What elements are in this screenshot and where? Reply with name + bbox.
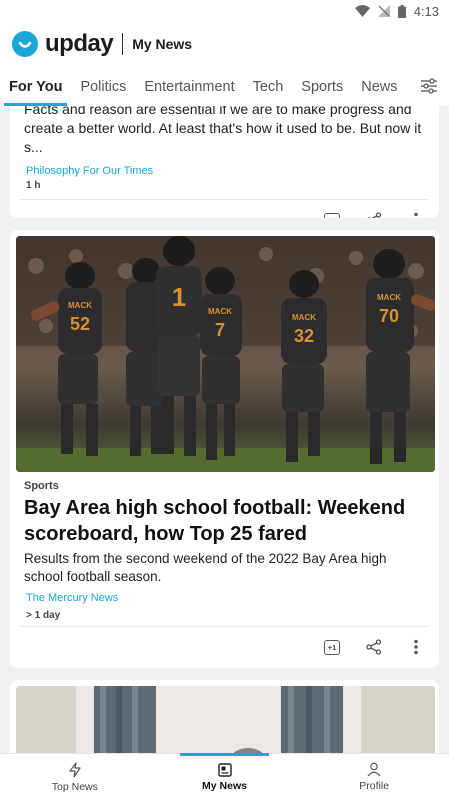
plus-one-button[interactable]: +1 [323,638,341,656]
share-icon [367,212,382,218]
article-headline[interactable]: Bay Area high school football: Weekend s… [24,495,424,547]
article-image[interactable] [16,686,435,753]
battery-icon [397,4,406,18]
tab-tech[interactable]: Tech [244,66,293,106]
news-card[interactable]: Facts and reason are essential if we are… [10,106,439,218]
card-source[interactable]: The Mercury News [10,592,134,604]
nav-label: My News [202,779,247,792]
news-card[interactable] [10,680,439,753]
upday-logo-icon[interactable] [12,31,38,57]
card-time: 1 h [26,180,41,191]
tab-news[interactable]: News [352,66,406,106]
nav-my-news[interactable]: My News [150,753,300,800]
article-image[interactable]: MACK 52 1 MACK 7 MACK 32 MACK 70 [16,236,435,472]
news-card[interactable]: MACK 52 1 MACK 7 MACK 32 MACK 70 Sports … [10,230,439,668]
more-vertical-icon [414,639,418,655]
share-icon [366,639,382,655]
jersey-number: 70 [379,306,399,326]
plus-one-icon: +1 [324,639,340,655]
signal-icon [377,5,390,17]
share-button[interactable] [365,211,383,218]
category-tabs: For You Politics Entertainment Tech Spor… [0,66,449,106]
article-category: Sports [24,480,59,492]
more-options-button[interactable] [407,211,425,218]
sliders-icon [421,78,437,94]
nav-top-news[interactable]: Top News [0,754,150,800]
news-feed[interactable]: Facts and reason are essential if we are… [0,106,449,753]
jersey-text: MACK [377,293,401,302]
header-divider [122,33,124,55]
card-source[interactable]: Philosophy For Our Times [10,165,439,177]
page-title: My News [132,36,193,52]
status-time: 4:13 [413,3,439,19]
more-vertical-icon [414,212,418,217]
share-button[interactable] [365,638,383,656]
tab-entertainment[interactable]: Entertainment [135,66,243,106]
jersey-number: 1 [172,282,186,312]
jersey-number: 32 [294,326,314,346]
jersey-text: MACK [208,307,232,316]
bottom-navigation: Top News My News Profile [0,753,449,800]
nav-label: Profile [359,780,390,792]
more-options-button[interactable] [407,638,425,656]
card-snippet: Facts and reason are essential if we are… [24,106,422,155]
plus-one-button[interactable]: +1 [323,211,341,218]
jersey-text: MACK [292,313,316,322]
curtain-room-photo [16,686,435,753]
card-actions: +1 [10,200,439,218]
news-icon [217,762,232,777]
filter-settings-button[interactable] [409,66,449,106]
lightning-icon [69,761,81,778]
jersey-text: MACK [68,301,92,310]
tab-politics[interactable]: Politics [71,66,135,106]
logo-text: upday [45,30,114,57]
tab-for-you[interactable]: For You [0,66,71,106]
jersey-number: 7 [215,320,225,340]
app-header: upday My News [0,22,449,66]
wifi-icon [354,5,370,17]
card-actions: +1 [10,627,439,667]
status-bar: 4:13 [0,0,449,22]
tab-sports[interactable]: Sports [292,66,352,106]
article-summary: Results from the second weekend of the 2… [24,551,387,584]
card-time: > 1 day [26,610,61,621]
plus-one-icon: +1 [324,212,340,218]
nav-profile[interactable]: Profile [299,754,449,800]
football-players-photo: MACK 52 1 MACK 7 MACK 32 MACK 70 [16,236,435,472]
person-icon [367,762,381,777]
nav-label: Top News [51,780,98,793]
jersey-number: 52 [70,314,90,334]
